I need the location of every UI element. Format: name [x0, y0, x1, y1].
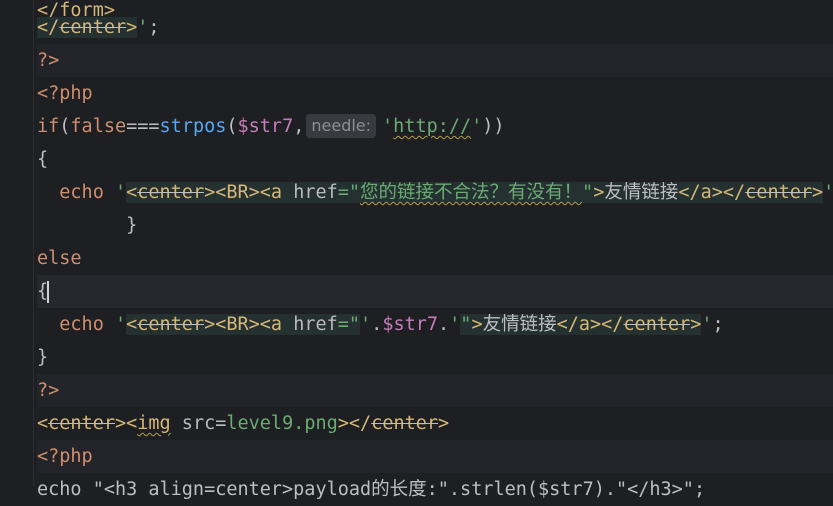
code-token: </a></: [678, 182, 746, 203]
code-token: ><BR><a: [204, 182, 294, 203]
code-line[interactable]: {: [37, 275, 833, 308]
code-line[interactable]: {: [37, 143, 833, 176]
code-token: ><: [114, 413, 138, 434]
code-token: {: [37, 149, 49, 170]
code-token: href: [293, 182, 338, 203]
code-token: src: [170, 413, 216, 434]
code-token: <?php: [37, 83, 93, 104]
code-token: (: [59, 116, 71, 137]
editor-gutter[interactable]: [0, 0, 34, 486]
code-token: echo "<h3 align=center>payload的长度:".strl…: [37, 479, 706, 500]
code-token: ': [471, 116, 483, 137]
code-token: (: [226, 116, 238, 137]
code-token: ;: [712, 314, 724, 335]
code-editor[interactable]: </form> </center>'; ?> <?php if(false===strp…: [0, 0, 833, 500]
code-token: $str7: [382, 314, 439, 335]
code-token: >: [438, 413, 450, 434]
code-token: center: [59, 17, 127, 38]
code-token: }: [37, 215, 138, 236]
code-line[interactable]: echo '<center><BR><a href="'.$str7.'">友情…: [37, 308, 833, 341]
code-line[interactable]: ?>: [37, 44, 833, 77]
code-area[interactable]: </form> </center>'; ?> <?php if(false===strp…: [37, 0, 833, 500]
code-token: ': [137, 17, 149, 38]
code-token: center: [137, 182, 205, 203]
code-token: ': [701, 314, 713, 335]
code-line[interactable]: if(false===strpos($str7, needle:'http://'…: [37, 110, 833, 143]
code-token: center: [48, 413, 115, 434]
code-token: ": [460, 314, 472, 335]
code-token: >: [593, 182, 605, 203]
code-token: >: [812, 182, 824, 203]
code-token: echo: [37, 314, 115, 335]
code-token: ><BR><a: [204, 314, 294, 335]
code-token: ;: [148, 17, 160, 38]
code-token: </: [37, 17, 60, 38]
code-token: 您的链接不合法？有没有！: [360, 182, 583, 203]
code-token: ?>: [37, 50, 60, 71]
code-token: level9.png: [226, 413, 338, 434]
text-caret: [47, 281, 50, 303]
code-token: 友情链接: [482, 314, 557, 335]
code-token: ,: [293, 116, 305, 137]
code-token: =": [337, 314, 361, 335]
code-token: ===: [126, 116, 160, 137]
code-token: ': [382, 116, 394, 137]
code-token: </a></: [556, 314, 624, 335]
code-token: ': [360, 314, 372, 335]
code-token: >: [690, 314, 702, 335]
code-token: $str7: [237, 116, 294, 137]
code-token: .: [438, 314, 450, 335]
code-token: center: [623, 314, 691, 335]
code-token: echo: [37, 182, 115, 203]
code-token: <: [37, 413, 49, 434]
code-token: ': [823, 182, 833, 203]
code-line[interactable]: echo "<h3 align=center>payload的长度:".strl…: [37, 473, 833, 506]
code-token: ': [114, 314, 127, 335]
code-token: <: [126, 314, 138, 335]
code-token: ": [582, 182, 594, 203]
code-token: >: [126, 17, 138, 38]
code-line[interactable]: }: [37, 341, 833, 374]
code-token: <?php: [37, 446, 93, 467]
code-token: href: [293, 314, 338, 335]
code-token: false: [70, 116, 127, 137]
code-line[interactable]: ?>: [37, 374, 833, 407]
code-token: center: [745, 182, 812, 203]
code-token: }: [37, 347, 49, 368]
code-line[interactable]: <?php: [37, 440, 833, 473]
code-token: >: [471, 314, 483, 335]
code-token: .: [371, 314, 383, 335]
code-token: ?>: [37, 380, 60, 401]
parameter-hint: needle:: [306, 114, 377, 138]
code-token: strpos: [159, 116, 227, 137]
code-token: =": [337, 182, 361, 203]
code-token: if: [37, 116, 60, 137]
code-line[interactable]: else: [37, 242, 833, 275]
code-token: 友情链接: [604, 182, 679, 203]
code-line[interactable]: echo '<center><BR><a href="您的链接不合法？有没有！"…: [37, 176, 833, 209]
code-token: else: [37, 248, 82, 269]
code-token: <: [126, 182, 138, 203]
code-line[interactable]: <?php: [37, 77, 833, 110]
code-token: img: [137, 413, 171, 434]
code-line[interactable]: <center><img src=level9.png></center>: [37, 407, 833, 440]
code-line[interactable]: }: [37, 209, 833, 242]
code-token: )): [482, 116, 505, 137]
code-token: =: [215, 413, 227, 434]
code-token: http://: [393, 116, 472, 137]
code-token: ></: [337, 413, 372, 434]
code-line[interactable]: </center>';: [37, 11, 833, 44]
code-token: center: [371, 413, 439, 434]
code-token: center: [137, 314, 205, 335]
code-token: ': [449, 314, 461, 335]
code-token: ': [114, 182, 127, 203]
